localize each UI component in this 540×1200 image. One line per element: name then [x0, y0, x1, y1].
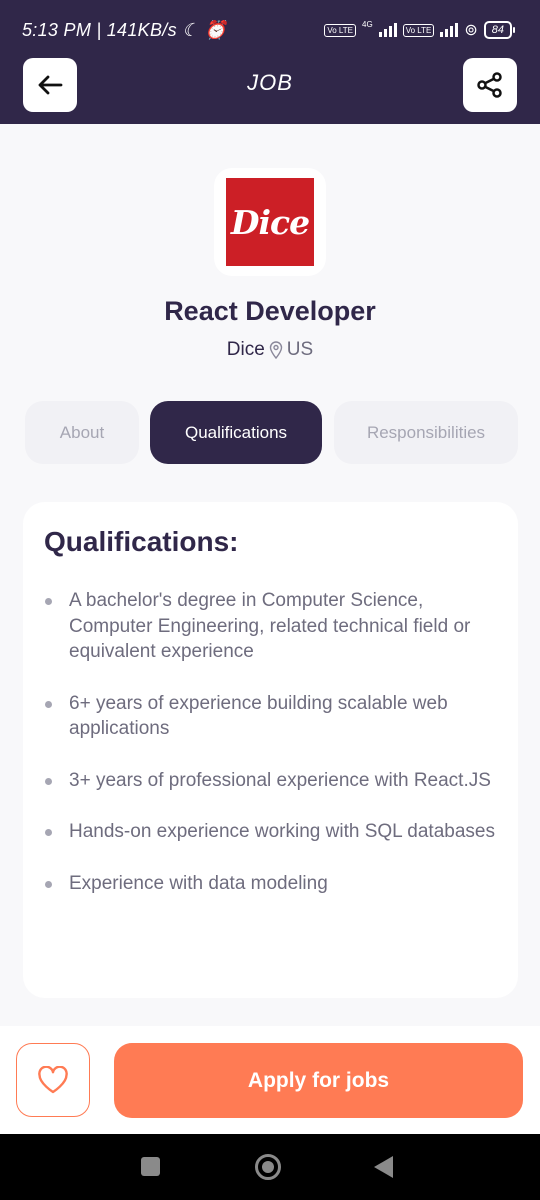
page-title: JOB — [247, 70, 293, 95]
system-back-button[interactable] — [374, 1156, 393, 1178]
qualifications-card: Qualifications: A bachelor's degree in C… — [23, 502, 518, 998]
map-pin-icon — [269, 341, 282, 359]
tab-qualifications[interactable]: Qualifications — [150, 401, 322, 464]
list-item: A bachelor's degree in Computer Science,… — [44, 588, 504, 665]
network-type: 4G — [362, 20, 373, 29]
signal-icon — [378, 23, 397, 37]
list-item: 6+ years of experience building scalable… — [44, 691, 504, 742]
home-button[interactable] — [255, 1154, 281, 1180]
status-time: 5:13 PM — [22, 20, 92, 40]
share-button[interactable] — [463, 58, 517, 112]
qualifications-list: A bachelor's degree in Computer Science,… — [44, 588, 504, 922]
company-name: Dice — [226, 339, 265, 360]
tab-about[interactable]: About — [25, 401, 139, 464]
list-item: Experience with data modeling — [44, 871, 504, 897]
list-item: Hands-on experience working with SQL dat… — [44, 819, 504, 845]
battery-indicator: 84 — [483, 21, 516, 39]
alarm-off-icon: ⏰ — [203, 20, 227, 40]
signal-icon-2 — [440, 23, 459, 37]
recent-apps-button[interactable] — [141, 1157, 160, 1176]
heart-icon — [38, 1066, 68, 1094]
status-bar: 5:13 PM | 141KB/s ☾ ⏰ Vo LTE 4G Vo LTE ⊚… — [0, 0, 540, 60]
company-logo: Dice — [214, 168, 326, 276]
volte-badge: Vo LTE — [324, 23, 357, 37]
home-icon — [262, 1161, 274, 1173]
volte-badge-2: Vo LTE — [402, 23, 435, 37]
apply-button[interactable]: Apply for jobs — [114, 1043, 523, 1118]
qualifications-heading: Qualifications: — [44, 526, 239, 557]
list-item: 3+ years of professional experience with… — [44, 768, 504, 794]
job-title: React Developer — [164, 296, 376, 326]
hotspot-icon: ⊚ — [464, 22, 478, 39]
share-icon — [477, 72, 502, 98]
company-location: Dice US — [0, 339, 540, 361]
moon-icon: ☾ — [182, 20, 199, 40]
favorite-button[interactable] — [16, 1043, 90, 1117]
status-speed: 141KB/s — [106, 20, 177, 40]
dice-logo: Dice — [226, 178, 314, 266]
tab-responsibilities[interactable]: Responsibilities — [334, 401, 518, 464]
job-location: US — [286, 339, 314, 360]
